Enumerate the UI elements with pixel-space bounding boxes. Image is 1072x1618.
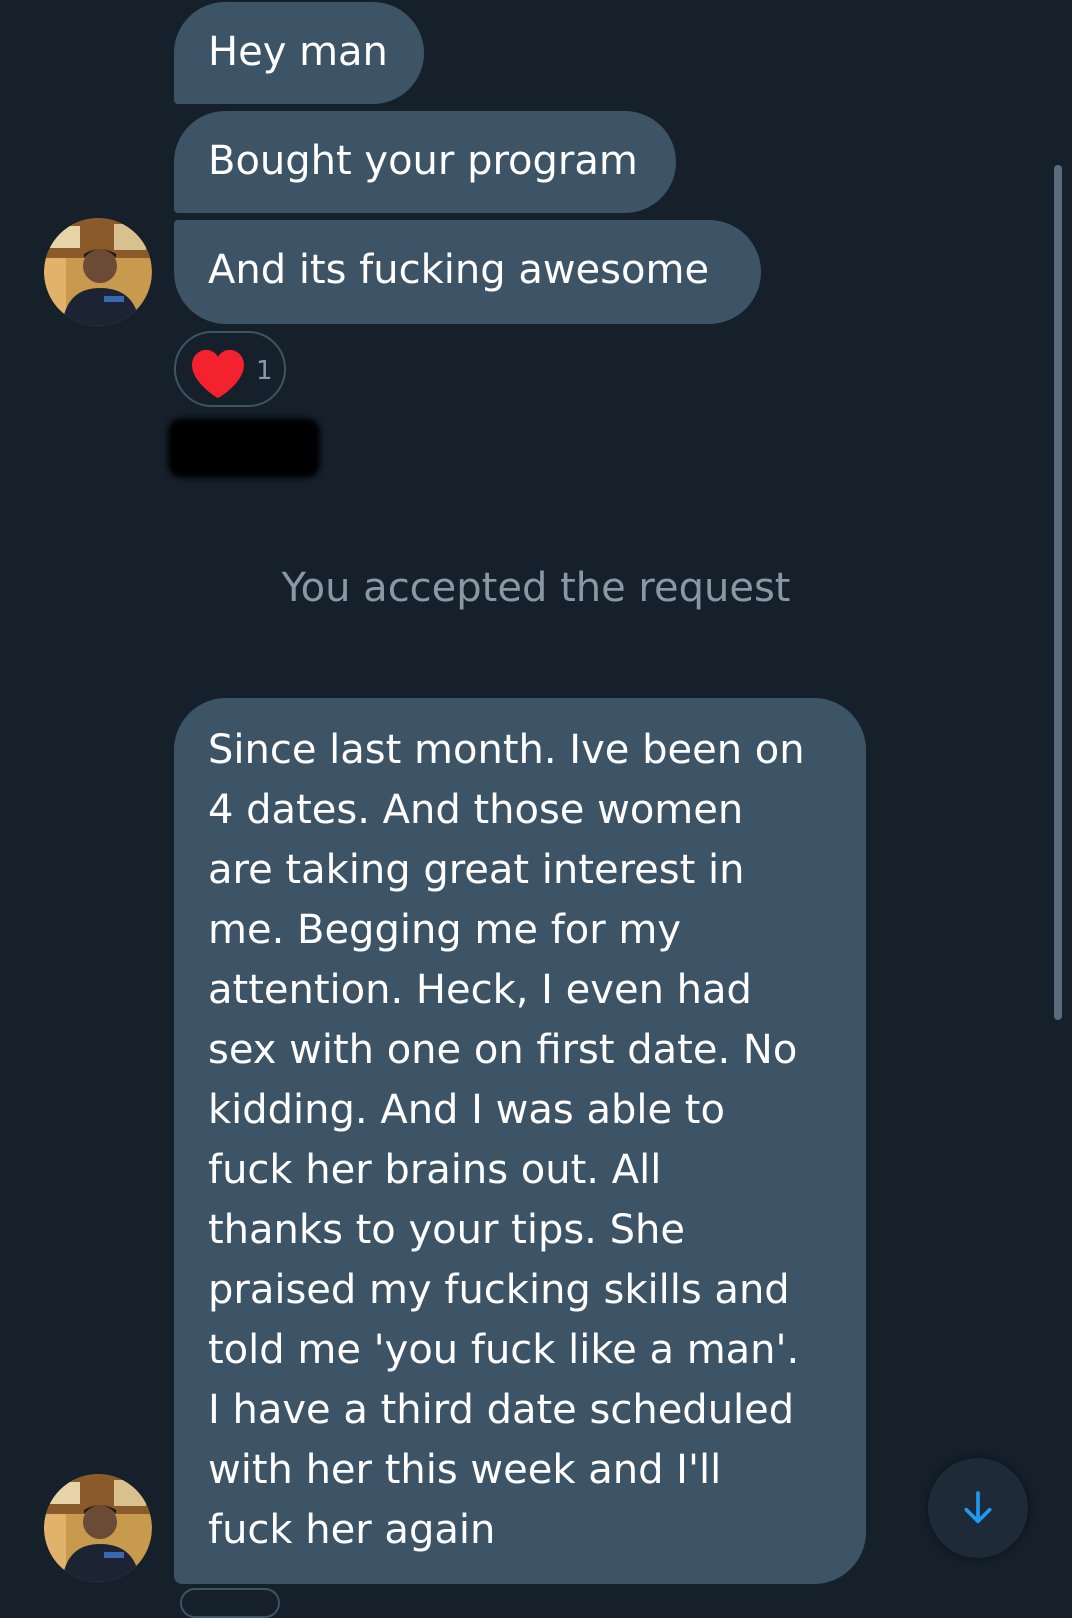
- scrollbar[interactable]: [1054, 165, 1062, 1020]
- arrow-down-icon: [964, 1491, 992, 1524]
- message-text: And its fucking awesome: [208, 247, 710, 293]
- message-text: Bought your program: [208, 138, 638, 184]
- reaction-pill[interactable]: [180, 1588, 280, 1618]
- message-bubble[interactable]: Hey man: [174, 2, 424, 104]
- scroll-to-bottom-button[interactable]: [928, 1458, 1028, 1558]
- system-message: You accepted the request: [281, 565, 791, 611]
- message-bubble[interactable]: Bought your program: [174, 111, 676, 213]
- message-bubble[interactable]: And its fucking awesome: [174, 220, 761, 324]
- sender-avatar[interactable]: [44, 218, 152, 326]
- reaction-count: 1: [256, 356, 273, 386]
- heart-icon: [189, 347, 247, 399]
- sender-avatar[interactable]: [44, 1474, 152, 1582]
- message-text: Since last month. Ive been on 4 dates. A…: [208, 727, 805, 1553]
- message-bubble[interactable]: Since last month. Ive been on 4 dates. A…: [174, 698, 866, 1584]
- reaction-pill[interactable]: 1: [174, 331, 286, 407]
- redacted-timestamp: [168, 418, 320, 478]
- message-text: Hey man: [208, 29, 388, 75]
